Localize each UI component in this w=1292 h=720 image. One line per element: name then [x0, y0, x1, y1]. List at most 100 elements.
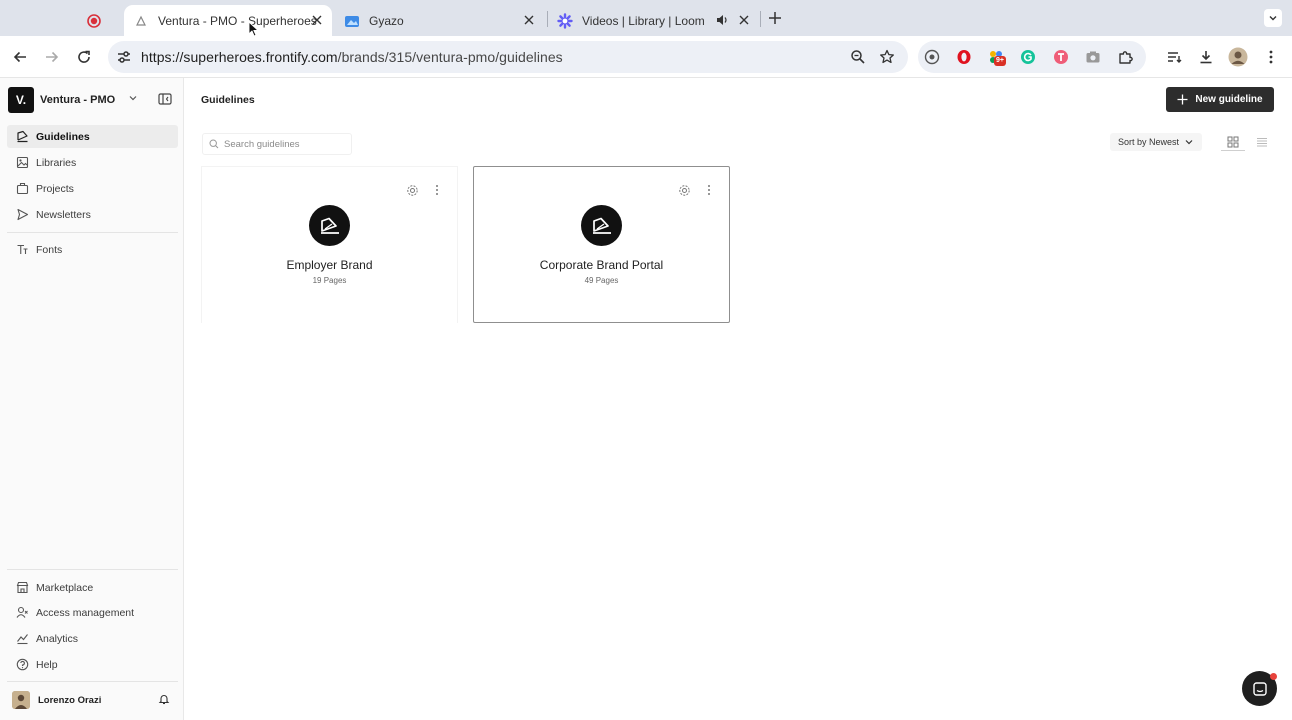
browser-menu-icon[interactable] — [1259, 45, 1283, 69]
sidebar-item-label: Fonts — [36, 243, 63, 256]
zoom-icon[interactable] — [850, 49, 866, 65]
sidebar-item-fonts[interactable]: Fonts — [7, 238, 178, 261]
list-icon — [1256, 136, 1268, 148]
guidelines-icon — [15, 130, 29, 144]
access-icon — [15, 606, 29, 620]
marketplace-icon — [15, 581, 29, 595]
gear-icon[interactable] — [406, 184, 419, 197]
sidebar-item-analytics[interactable]: Analytics — [7, 627, 178, 650]
tab-title: Ventura - PMO - Superheroes — [158, 13, 317, 28]
tab-ventura[interactable]: Ventura - PMO - Superheroes — [124, 5, 332, 36]
url-host: https://superheroes.frontify.com — [141, 49, 338, 65]
tab-search-button[interactable] — [1264, 9, 1282, 27]
search-input[interactable] — [224, 138, 344, 150]
sidebar-item-label: Guidelines — [36, 130, 90, 143]
reload-button[interactable] — [72, 45, 96, 69]
new-guideline-label: New guideline — [1195, 94, 1263, 105]
list-view-toggle[interactable] — [1250, 133, 1274, 151]
chat-icon — [1252, 681, 1268, 697]
colorful-extension-icon[interactable]: 9+ — [988, 49, 1006, 66]
chevron-down-icon — [128, 93, 138, 103]
close-tab-icon[interactable] — [522, 13, 536, 27]
sidebar: V. Ventura - PMO Guidelines Libraries Pr… — [0, 78, 184, 720]
frontify-app: V. Ventura - PMO Guidelines Libraries Pr… — [0, 78, 1292, 720]
browser-toolbar: https://superheroes.frontify.com/brands/… — [0, 36, 1292, 78]
grammarly-extension-icon[interactable] — [1020, 49, 1036, 65]
camera-extension-icon[interactable] — [1085, 49, 1101, 65]
back-button[interactable] — [8, 45, 32, 69]
tab-separator — [760, 11, 761, 27]
sort-dropdown[interactable]: Sort by Newest — [1110, 133, 1202, 151]
download-icon[interactable] — [1194, 45, 1218, 69]
guideline-page-count: 49 Pages — [584, 276, 619, 285]
main-content: Guidelines New guideline Sort by Newest — [185, 78, 1292, 720]
sidebar-item-libraries[interactable]: Libraries — [7, 151, 178, 174]
brand-logo: V. — [8, 87, 34, 113]
brand-switcher[interactable]: V. Ventura - PMO — [8, 87, 176, 113]
password-extension-icon[interactable] — [924, 49, 940, 65]
guideline-page-count: 19 Pages — [312, 276, 347, 285]
sort-label: Sort by Newest — [1118, 137, 1180, 147]
sidebar-item-access-management[interactable]: Access management — [7, 601, 178, 624]
more-options-icon[interactable] — [707, 184, 711, 196]
opera-extension-icon[interactable] — [956, 49, 972, 65]
close-tab-icon[interactable] — [737, 13, 751, 27]
sidebar-item-label: Projects — [36, 182, 74, 195]
sidebar-item-label: Marketplace — [36, 581, 94, 594]
frontify-icon — [133, 13, 149, 29]
bookmark-star-icon[interactable] — [879, 49, 895, 65]
grid-icon — [1227, 136, 1239, 148]
fonts-icon — [15, 243, 29, 257]
mouse-cursor-icon — [248, 21, 259, 37]
gear-icon[interactable] — [678, 184, 691, 197]
guideline-icon — [309, 205, 350, 246]
t-extension-icon[interactable] — [1053, 49, 1069, 65]
forward-button[interactable] — [40, 45, 64, 69]
browser-tab-strip: Ventura - PMO - Superheroes Gyazo Videos… — [0, 0, 1292, 36]
user-menu[interactable]: Lorenzo Orazi — [12, 690, 172, 710]
new-guideline-button[interactable]: New guideline — [1166, 87, 1274, 112]
bell-icon[interactable] — [158, 693, 170, 705]
sidebar-divider — [7, 681, 178, 682]
sidebar-item-help[interactable]: Help — [7, 653, 178, 676]
tab-recording[interactable] — [86, 5, 116, 36]
audio-playing-icon[interactable] — [715, 13, 729, 27]
collapse-sidebar-icon[interactable] — [158, 92, 172, 106]
sidebar-item-label: Newsletters — [36, 208, 91, 221]
site-settings-icon[interactable] — [116, 49, 132, 65]
libraries-icon — [15, 156, 29, 170]
notification-dot — [1270, 673, 1277, 680]
close-tab-icon[interactable] — [310, 13, 324, 27]
avatar — [12, 691, 30, 709]
new-tab-button[interactable] — [768, 11, 782, 25]
sidebar-item-marketplace[interactable]: Marketplace — [7, 576, 178, 599]
profile-avatar[interactable] — [1226, 45, 1250, 69]
sidebar-item-newsletters[interactable]: Newsletters — [7, 203, 178, 226]
extensions-bar: 9+ — [918, 41, 1146, 73]
extension-badge: 9+ — [994, 56, 1006, 66]
sidebar-item-projects[interactable]: Projects — [7, 177, 178, 200]
sidebar-divider — [7, 569, 178, 570]
guideline-card-employer-brand[interactable]: Employer Brand 19 Pages — [201, 166, 458, 323]
address-bar[interactable]: https://superheroes.frontify.com/brands/… — [108, 41, 908, 73]
sidebar-item-label: Analytics — [36, 632, 79, 645]
puzzle-extensions-icon[interactable] — [1118, 49, 1134, 65]
sidebar-divider — [7, 232, 178, 233]
grid-view-toggle[interactable] — [1221, 133, 1245, 151]
tab-title: Gyazo — [369, 13, 404, 28]
guideline-name: Corporate Brand Portal — [539, 258, 664, 272]
more-options-icon[interactable] — [435, 184, 439, 196]
search-guidelines[interactable] — [202, 133, 352, 155]
record-icon — [86, 13, 102, 29]
help-icon — [15, 658, 29, 672]
guideline-card-corporate-brand-portal[interactable]: Corporate Brand Portal 49 Pages — [473, 166, 730, 323]
sidebar-item-guidelines[interactable]: Guidelines — [7, 125, 178, 148]
search-icon — [209, 139, 219, 149]
tab-loom[interactable]: Videos | Library | Loom — [549, 5, 759, 36]
tab-gyazo[interactable]: Gyazo — [336, 5, 544, 36]
brand-name: Ventura - PMO — [40, 94, 116, 106]
chevron-down-icon — [1184, 137, 1194, 147]
reading-list-icon[interactable] — [1162, 45, 1186, 69]
sidebar-item-label: Help — [36, 658, 58, 671]
user-name: Lorenzo Orazi — [38, 694, 102, 706]
